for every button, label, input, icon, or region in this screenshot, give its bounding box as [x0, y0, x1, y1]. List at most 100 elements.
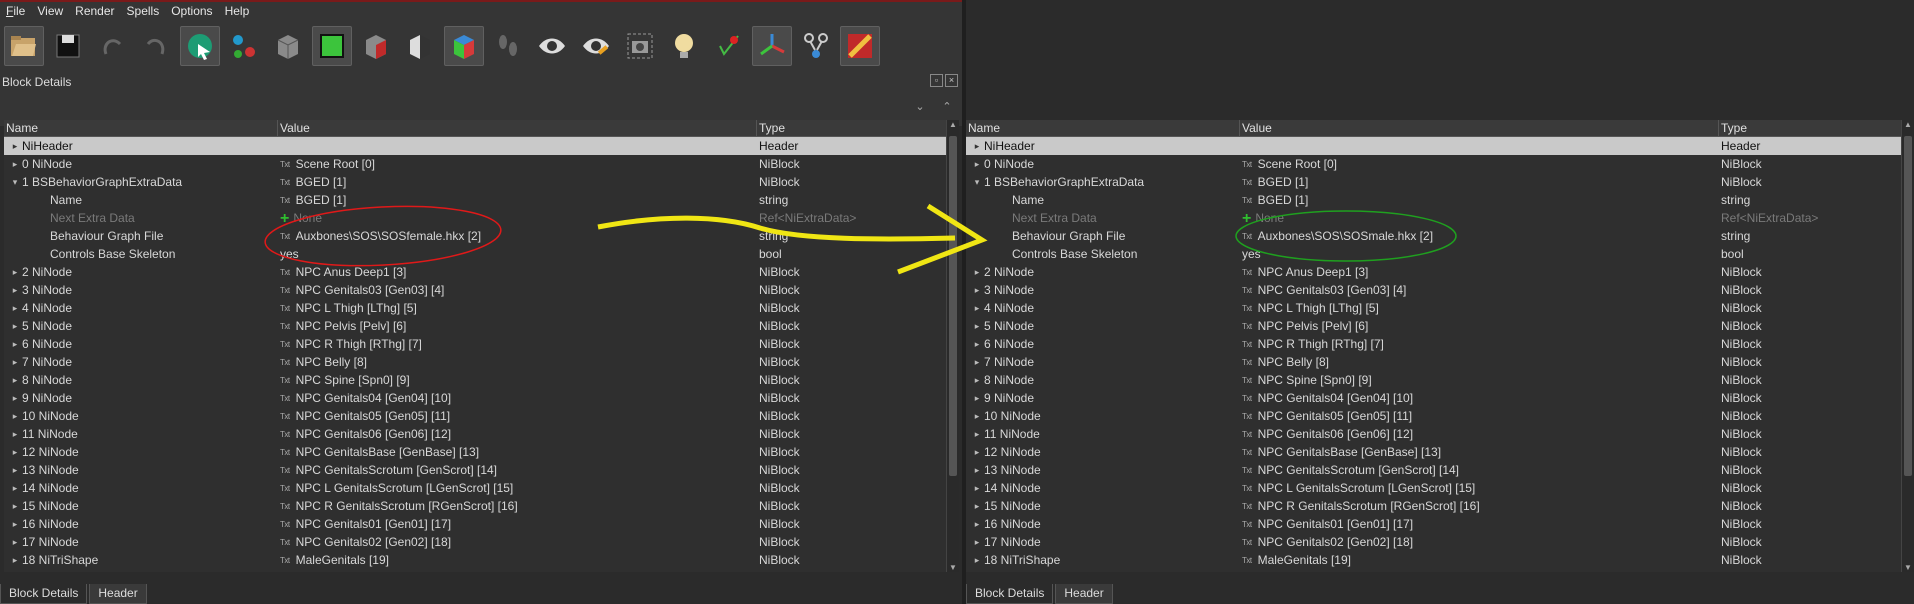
row-value[interactable]: Txt NPC R Thigh [RThg] [7]	[280, 335, 422, 354]
scroll-down-icon[interactable]: ▼	[1902, 563, 1914, 572]
column-value[interactable]: Value	[1242, 121, 1272, 135]
chevron-down-icon[interactable]: ⌄	[913, 100, 927, 114]
expand-arrow-icon[interactable]: ▸	[972, 137, 982, 155]
vertical-scrollbar[interactable]: ▲ ▼	[1901, 120, 1914, 572]
row-value[interactable]: yes	[1242, 245, 1261, 263]
row-value[interactable]: Data\SKSE\Plugins\hdtSkinnedMeshConfigs\…	[1242, 569, 1594, 572]
expand-arrow-icon[interactable]: ▸	[10, 443, 20, 461]
column-divider[interactable]	[1239, 120, 1240, 136]
expand-arrow-icon[interactable]: ▸	[10, 137, 20, 155]
tree-row[interactable]: ▾ 1 BSBehaviorGraphExtraData Txt BGED [1] Ni…	[4, 173, 947, 191]
row-value[interactable]: Txt NPC Genitals06 [Gen06] [12]	[1242, 425, 1413, 444]
expand-arrow-icon[interactable]: ▸	[972, 479, 982, 497]
row-value[interactable]: Txt NPC R GenitalsScrotum [RGenScrot] [16…	[280, 497, 518, 516]
expand-arrow-icon[interactable]: ▸	[10, 479, 20, 497]
expand-arrow-icon[interactable]: ▸	[972, 353, 982, 371]
row-value[interactable]: Txt NPC Pelvis [Pelv] [6]	[1242, 317, 1368, 336]
tree-row[interactable]: ▸ 2 NiNode Txt NPC Anus Deep1 [3] NiBlock	[4, 263, 947, 281]
tree-row[interactable]: ▸ 17 NiNode Txt NPC Genitals02 [Gen02] [18]…	[966, 533, 1902, 551]
box-green-icon[interactable]	[312, 26, 352, 66]
row-value[interactable]: Txt NPC Pelvis [Pelv] [6]	[280, 317, 406, 336]
expand-arrow-icon[interactable]: ▸	[972, 461, 982, 479]
box-colored-icon[interactable]	[444, 26, 484, 66]
expand-arrow-icon[interactable]: ▸	[10, 335, 20, 353]
tree-row[interactable]: ▸ 14 NiNode Txt NPC L GenitalsScrotum [LGen…	[966, 479, 1902, 497]
plus-icon[interactable]: +	[1242, 210, 1251, 228]
expand-arrow-icon[interactable]: ▸	[10, 155, 20, 173]
collapse-arrow-icon[interactable]: ▾	[972, 173, 982, 191]
expand-arrow-icon[interactable]: ▸	[972, 515, 982, 533]
tree-row[interactable]: ▸ 4 NiNode Txt NPC L Thigh [LThg] [5] NiBloc…	[966, 299, 1902, 317]
box-split-icon[interactable]	[400, 26, 440, 66]
tab-block-details[interactable]: Block Details	[966, 584, 1054, 604]
row-value[interactable]: Txt MaleGenitals [19]	[1242, 551, 1351, 570]
expand-arrow-icon[interactable]: ▸	[10, 299, 20, 317]
row-value[interactable]: Txt NPC Genitals06 [Gen06] [12]	[280, 425, 451, 444]
row-value[interactable]: Txt NPC Genitals01 [Gen01] [17]	[280, 515, 451, 534]
row-value[interactable]: Txt NPC GenitalsBase [GenBase] [13]	[280, 443, 479, 462]
expand-arrow-icon[interactable]: ▸	[972, 389, 982, 407]
select-icon[interactable]	[180, 26, 220, 66]
vertical-scrollbar[interactable]: ▲ ▼	[946, 120, 959, 572]
tree-row[interactable]: Controls Base Skeleton yes bool	[4, 245, 947, 263]
tab-header[interactable]: Header	[89, 584, 147, 604]
expand-arrow-icon[interactable]: ▸	[10, 533, 20, 551]
tree-row[interactable]: ▸ 17 NiNode Txt NPC Genitals02 [Gen02] [18]…	[4, 533, 947, 551]
tree-row[interactable]: ▸ 15 NiNode Txt NPC R GenitalsScrotum [RGen…	[966, 497, 1902, 515]
expand-arrow-icon[interactable]: ▸	[972, 281, 982, 299]
expand-arrow-icon[interactable]: ▸	[10, 497, 20, 515]
collapse-arrow-icon[interactable]: ▾	[10, 173, 20, 191]
scroll-thumb[interactable]	[1904, 136, 1912, 476]
tree-row[interactable]: ▸ 11 NiNode Txt NPC Genitals06 [Gen06] [12]…	[4, 425, 947, 443]
row-value[interactable]: Txt Auxbones\SOS\SOSfemale.hkx [2]	[280, 227, 481, 246]
tree-row[interactable]: Behaviour Graph File Txt Auxbones\SOS\SOSm…	[966, 227, 1902, 245]
tree-row[interactable]: ▸ 18 NiTriShape Txt MaleGenitals [19] NiBloc…	[4, 551, 947, 569]
tree-row[interactable]: ▸ 5 NiNode Txt NPC Pelvis [Pelv] [6] NiBlock	[4, 317, 947, 335]
tree-row[interactable]: ▸ 16 NiNode Txt NPC Genitals01 [Gen01] [17]…	[4, 515, 947, 533]
row-value[interactable]: Txt NPC Genitals05 [Gen05] [11]	[280, 407, 450, 426]
tree-row[interactable]: ▸ 4 NiNode Txt NPC L Thigh [LThg] [5] NiBloc…	[4, 299, 947, 317]
column-type[interactable]: Type	[1721, 121, 1747, 135]
expand-arrow-icon[interactable]: ▸	[10, 317, 20, 335]
tree-row[interactable]: ▸ 7 NiNode Txt NPC Belly [8] NiBlock	[4, 353, 947, 371]
tree-row[interactable]: ▸ NiHeader Header	[966, 137, 1902, 155]
expand-arrow-icon[interactable]: ▸	[972, 497, 982, 515]
expand-arrow-icon[interactable]: ▸	[972, 263, 982, 281]
row-value[interactable]: Txt NPC GenitalsScrotum [GenScrot] [14]	[1242, 461, 1459, 480]
expand-arrow-icon[interactable]: ▸	[10, 425, 20, 443]
tree-row[interactable]: Next Extra Data + None Ref<NiExtraData>	[4, 209, 947, 227]
row-value[interactable]: Txt NPC L Thigh [LThg] [5]	[280, 299, 417, 318]
tree-row[interactable]: ▸ 0 NiNode Txt Scene Root [0] NiBlock	[966, 155, 1902, 173]
row-value[interactable]: Txt NPC Belly [8]	[280, 353, 367, 372]
nodes-icon[interactable]	[796, 26, 836, 66]
row-value[interactable]: Txt BGED [1]	[280, 173, 346, 192]
expand-arrow-icon[interactable]: ▸	[10, 569, 20, 572]
expand-arrow-icon[interactable]: ▸	[972, 551, 982, 569]
expand-arrow-icon[interactable]: ▸	[10, 515, 20, 533]
row-value[interactable]: Txt NPC L GenitalsScrotum [LGenScrot] [15…	[280, 479, 513, 498]
expand-arrow-icon[interactable]: ▸	[10, 263, 20, 281]
row-value[interactable]: Txt NPC Genitals03 [Gen03] [4]	[280, 281, 444, 300]
tree-row[interactable]: ▸ 2 NiNode Txt NPC Anus Deep1 [3] NiBlock	[966, 263, 1902, 281]
tree-row[interactable]: ▸ 13 NiNode Txt NPC GenitalsScrotum [GenScr…	[4, 461, 947, 479]
expand-arrow-icon[interactable]: ▸	[10, 371, 20, 389]
tree-row[interactable]: ▸ 6 NiNode Txt NPC R Thigh [RThg] [7] NiBloc…	[4, 335, 947, 353]
row-value[interactable]: Txt BGED [1]	[1242, 173, 1308, 192]
expand-arrow-icon[interactable]: ▸	[10, 407, 20, 425]
tree-row[interactable]: Behaviour Graph File Txt Auxbones\SOS\SOSf…	[4, 227, 947, 245]
row-value[interactable]: Txt NPC R Thigh [RThg] [7]	[1242, 335, 1384, 354]
column-value[interactable]: Value	[280, 121, 310, 135]
tree-row[interactable]: ▸19 NiStringExtraData Data\SKSE\Plugins\h…	[966, 569, 1902, 572]
eye-icon[interactable]	[532, 26, 572, 66]
plus-icon[interactable]: +	[280, 210, 289, 228]
tree-row[interactable]: ▸ 13 NiNode Txt NPC GenitalsScrotum [GenScr…	[966, 461, 1902, 479]
row-value[interactable]: Txt NPC Spine [Spn0] [9]	[1242, 371, 1372, 390]
expand-arrow-icon[interactable]: ▸	[10, 461, 20, 479]
expand-arrow-icon[interactable]: ▸	[972, 317, 982, 335]
row-value[interactable]: Txt NPC Genitals05 [Gen05] [11]	[1242, 407, 1412, 426]
menu-view[interactable]: View	[31, 2, 69, 20]
expand-arrow-icon[interactable]: ▸	[10, 281, 20, 299]
transform-icon[interactable]	[224, 26, 264, 66]
scroll-up-icon[interactable]: ▲	[947, 120, 959, 129]
row-value[interactable]: Txt NPC Genitals04 [Gen04] [10]	[1242, 389, 1413, 408]
